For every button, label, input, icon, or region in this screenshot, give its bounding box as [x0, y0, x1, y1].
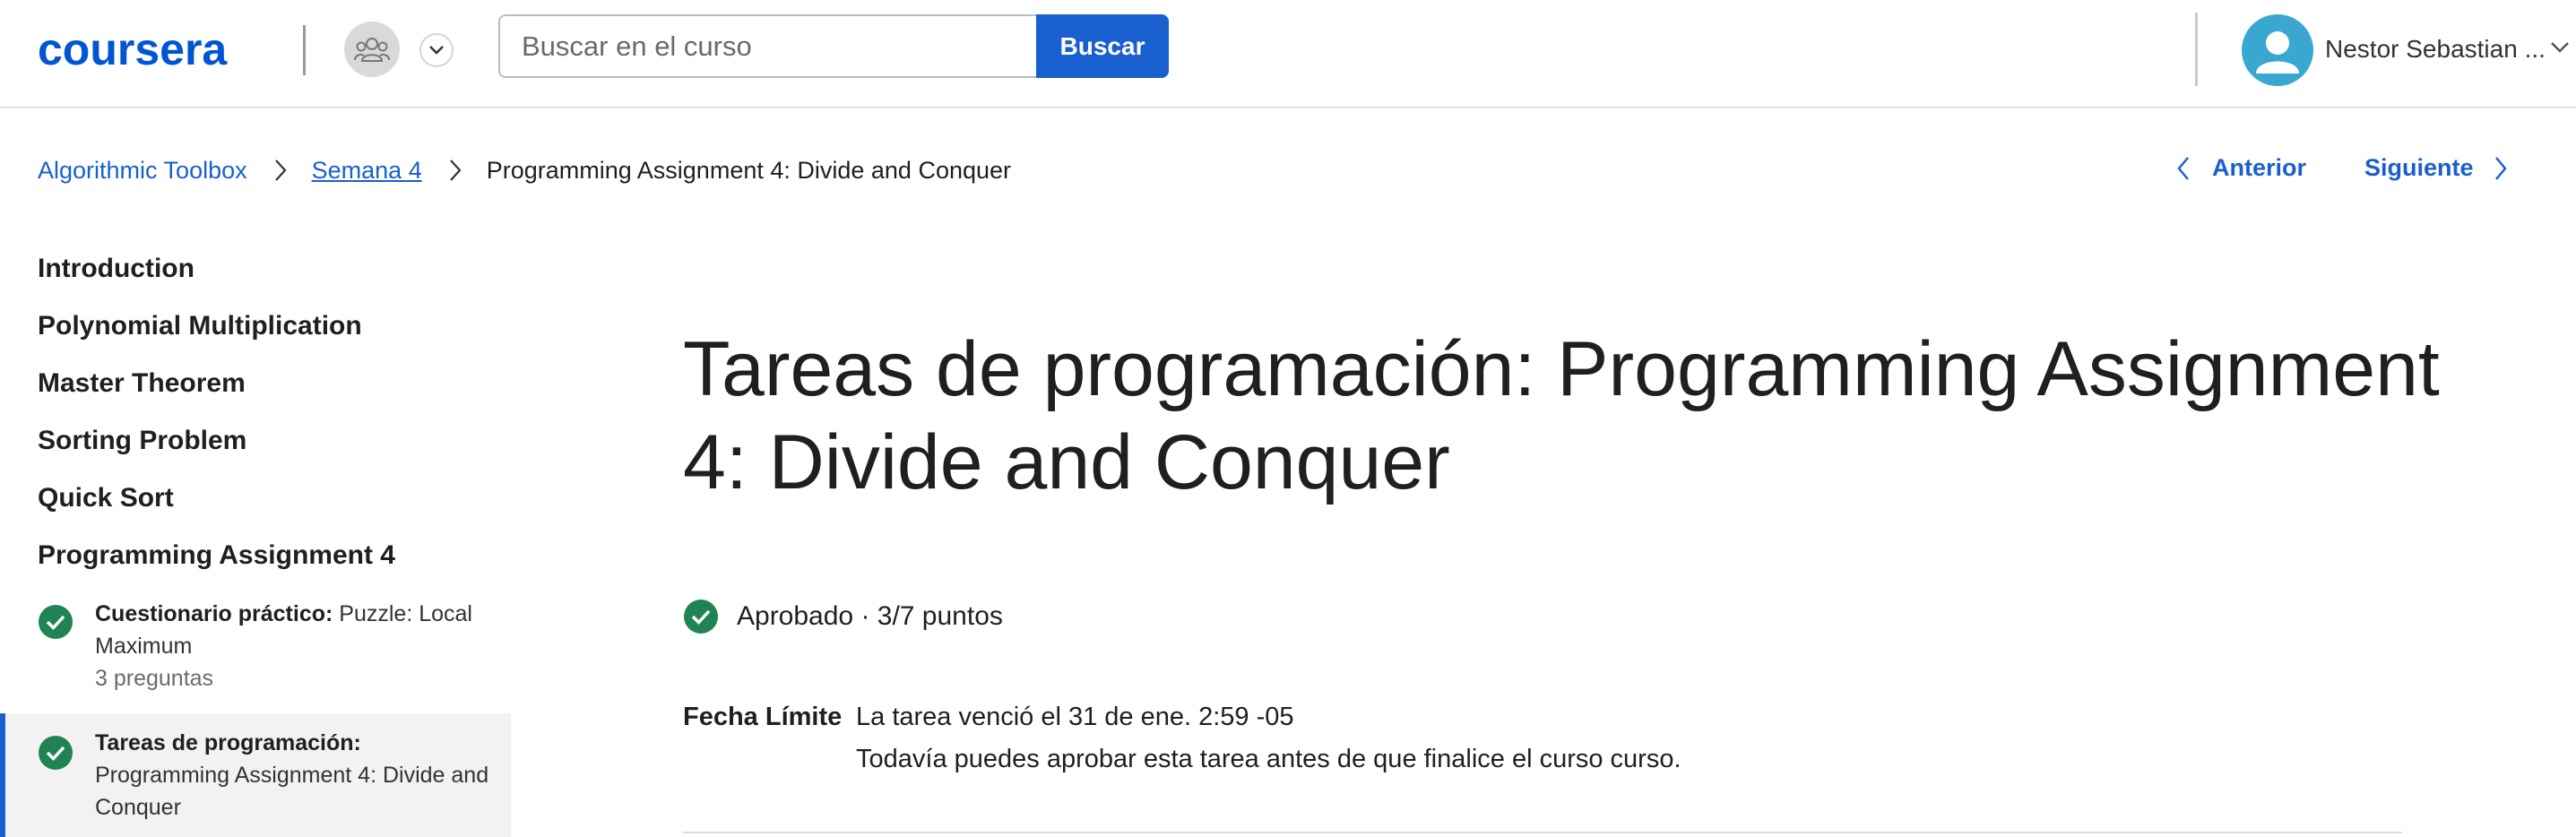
- sidebar-section-introduction[interactable]: Introduction: [38, 254, 194, 284]
- people-icon: [354, 38, 390, 62]
- sidebar-item-sub: 3 preguntas: [95, 666, 214, 691]
- previous-button[interactable]: Anterior: [2176, 154, 2306, 182]
- chevron-right-icon: [2494, 156, 2507, 180]
- breadcrumb-week[interactable]: Semana 4: [312, 157, 422, 185]
- sidebar-item-label: Tareas de programación: Programming Assi…: [95, 727, 489, 824]
- chevron-down-icon: [429, 46, 444, 55]
- sidebar-item-type: Tareas de programación:: [95, 730, 361, 755]
- header-divider: [2195, 13, 2198, 86]
- sidebar-section-master-theorem[interactable]: Master Theorem: [38, 368, 246, 399]
- grade-status: Aprobado · 3/7 puntos: [683, 599, 1003, 634]
- next-label: Siguiente: [2364, 154, 2474, 181]
- logo-divider: [303, 25, 306, 75]
- chevron-left-icon: [2177, 156, 2189, 180]
- svg-text:coursera: coursera: [38, 25, 228, 74]
- check-circle-icon: [39, 605, 73, 639]
- sidebar-item-programming-assignment-4[interactable]: Tareas de programación: Programming Assi…: [0, 713, 511, 837]
- sidebar-section-programming-assignment-4[interactable]: Programming Assignment 4: [38, 540, 395, 571]
- sidebar-section-quick-sort[interactable]: Quick Sort: [38, 483, 174, 513]
- coursera-logo[interactable]: coursera: [38, 25, 271, 75]
- check-circle-icon: [39, 736, 73, 770]
- sidebar-item-type: Cuestionario práctico:: [95, 601, 333, 626]
- user-icon: [2256, 31, 2299, 73]
- deadline-label: Fecha Límite: [683, 703, 843, 731]
- sidebar-section-sorting-problem[interactable]: Sorting Problem: [38, 426, 246, 456]
- sidebar-section-polynomial-multiplication[interactable]: Polynomial Multiplication: [38, 311, 362, 341]
- breadcrumb: Algorithmic Toolbox Semana 4 Programming…: [38, 152, 1011, 188]
- assignment-card: [683, 832, 2402, 837]
- next-button[interactable]: Siguiente: [2364, 154, 2508, 182]
- sidebar-item-puzzle-local-maximum[interactable]: Cuestionario práctico: Puzzle: Local Max…: [0, 595, 511, 710]
- user-name[interactable]: Nestor Sebastian ...: [2325, 35, 2546, 64]
- breadcrumb-course[interactable]: Algorithmic Toolbox: [38, 157, 247, 185]
- sidebar-item-title: Programming Assignment 4: Divide and Con…: [95, 763, 489, 820]
- user-avatar[interactable]: [2242, 14, 2313, 86]
- sidebar-item-label: Cuestionario práctico: Puzzle: Local Max…: [95, 598, 489, 695]
- deadline-note: Todavía puedes aprobar esta tarea antes …: [856, 745, 1681, 773]
- page-title: Tareas de programación: Programming Assi…: [683, 326, 2440, 505]
- grade-text: Aprobado · 3/7 puntos: [737, 601, 1003, 631]
- previous-label: Anterior: [2212, 154, 2307, 181]
- top-navigation-bar: coursera Buscar Nestor Sebastian ...: [0, 0, 2576, 108]
- check-circle-icon: [684, 600, 718, 634]
- chevron-right-icon: [449, 159, 462, 182]
- search-button[interactable]: Buscar: [1036, 14, 1169, 78]
- deadline-text: La tarea venció el 31 de ene. 2:59 -05: [856, 703, 1294, 731]
- search-input[interactable]: [498, 14, 1036, 78]
- group-menu-button[interactable]: [419, 33, 454, 67]
- learning-group-icon[interactable]: [344, 22, 400, 77]
- chevron-down-icon[interactable]: [2550, 41, 2570, 54]
- chevron-right-icon: [274, 159, 287, 182]
- breadcrumb-current: Programming Assignment 4: Divide and Con…: [486, 156, 1012, 184]
